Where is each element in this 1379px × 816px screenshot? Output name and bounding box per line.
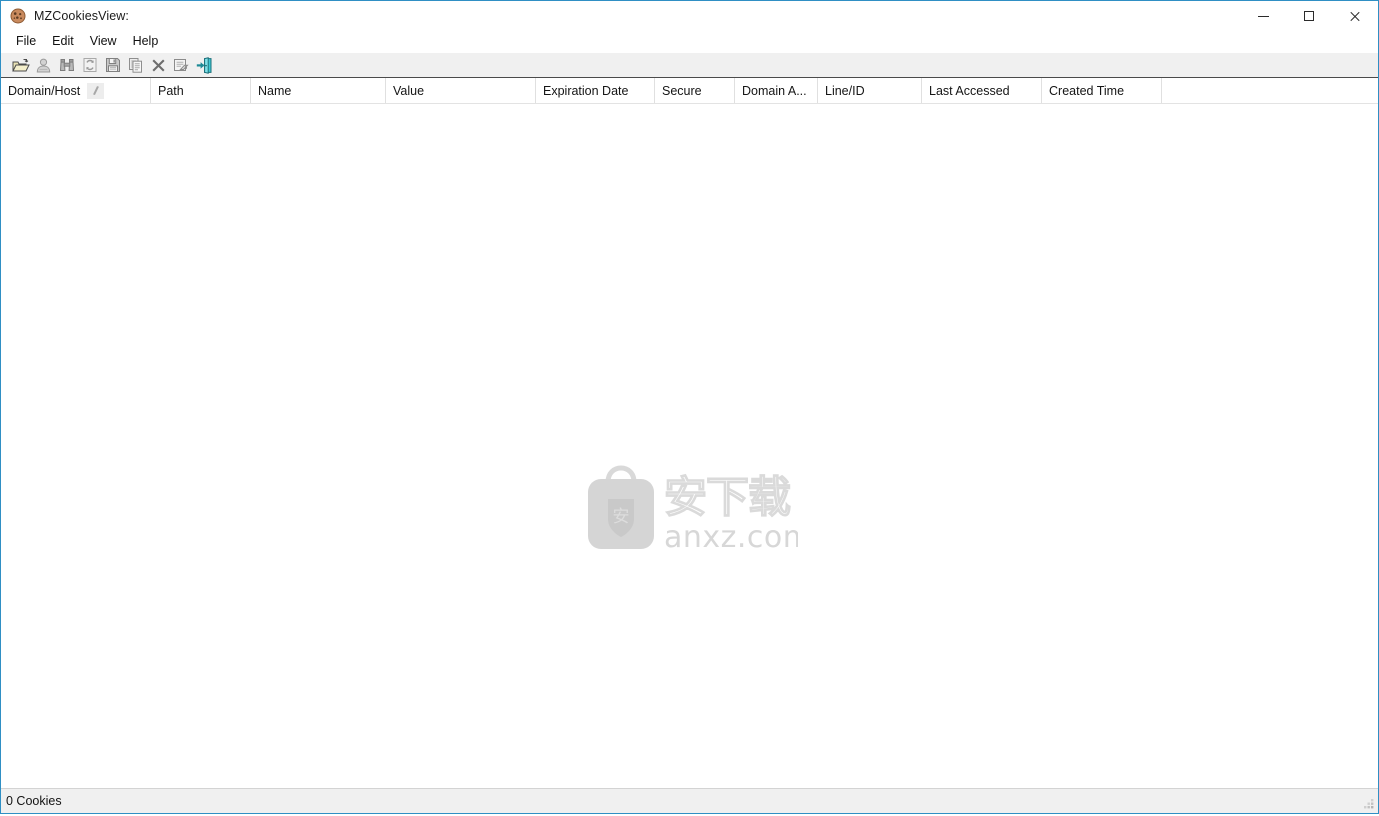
svg-text:安下载: 安下载: [664, 473, 790, 523]
open-folder-button[interactable]: [9, 54, 32, 76]
save-button[interactable]: [101, 54, 124, 76]
column-header-secure[interactable]: Secure: [655, 78, 735, 103]
column-header-filler: [1162, 78, 1378, 103]
delete-button[interactable]: [147, 54, 170, 76]
column-header-row: Domain/Host Path Name Value Expiration D…: [1, 78, 1378, 104]
app-window: MZCookiesView: File Edit View Help Domai…: [0, 0, 1379, 814]
column-header-domain-host[interactable]: Domain/Host: [1, 78, 151, 103]
svg-text:安: 安: [612, 507, 629, 527]
menu-item-help[interactable]: Help: [125, 32, 167, 51]
menu-item-edit[interactable]: Edit: [44, 32, 82, 51]
column-header-value[interactable]: Value: [386, 78, 536, 103]
window-title: MZCookiesView:: [34, 9, 129, 23]
delete-icon: [151, 58, 166, 73]
column-label: Created Time: [1049, 83, 1125, 98]
column-label: Secure: [662, 83, 702, 98]
title-bar[interactable]: MZCookiesView:: [1, 1, 1378, 31]
column-header-line-id[interactable]: Line/ID: [818, 78, 922, 103]
minimize-button[interactable]: [1240, 1, 1286, 31]
column-header-path[interactable]: Path: [151, 78, 251, 103]
properties-icon: [173, 57, 190, 73]
maximize-button[interactable]: [1286, 1, 1332, 31]
exit-button[interactable]: [193, 54, 216, 76]
user-profile-icon: [35, 57, 52, 74]
cookie-icon: [10, 8, 26, 24]
save-icon: [105, 57, 121, 73]
find-button[interactable]: [55, 54, 78, 76]
menu-item-view[interactable]: View: [82, 32, 125, 51]
refresh-icon: [82, 57, 98, 73]
column-label: Expiration Date: [543, 83, 629, 98]
sort-ascending-icon: [87, 82, 105, 99]
copy-icon: [128, 57, 144, 73]
column-label: Name: [258, 83, 292, 98]
column-label: Value: [393, 83, 425, 98]
column-label: Path: [158, 83, 184, 98]
exit-icon: [196, 56, 213, 74]
column-header-name[interactable]: Name: [251, 78, 386, 103]
watermark-cjk-text: 安下载: [662, 472, 792, 525]
column-header-domain-attribute[interactable]: Domain A...: [735, 78, 818, 103]
status-bar: 0 Cookies: [1, 788, 1378, 813]
menu-item-file[interactable]: File: [8, 32, 44, 51]
properties-button[interactable]: [170, 54, 193, 76]
cookies-list[interactable]: 安 安下载 anxz.com: [1, 104, 1378, 788]
close-button[interactable]: [1332, 1, 1378, 31]
refresh-button[interactable]: [78, 54, 101, 76]
watermark-bag-icon: 安: [587, 465, 654, 549]
open-folder-icon: [11, 57, 30, 74]
copy-button[interactable]: [124, 54, 147, 76]
binoculars-icon: [58, 57, 76, 73]
column-label: Line/ID: [825, 83, 865, 98]
minimize-icon: [1257, 15, 1269, 17]
title-bar-left: MZCookiesView:: [1, 8, 1240, 24]
column-header-expiration-date[interactable]: Expiration Date: [536, 78, 655, 103]
column-label: Last Accessed: [929, 83, 1010, 98]
resize-grip-icon[interactable]: [1362, 798, 1375, 811]
status-cookie-count: 0 Cookies: [6, 794, 62, 808]
column-header-created-time[interactable]: Created Time: [1042, 78, 1162, 103]
column-label: Domain A...: [742, 83, 807, 98]
select-profile-button[interactable]: [32, 54, 55, 76]
menu-bar: File Edit View Help: [1, 31, 1378, 52]
column-header-last-accessed[interactable]: Last Accessed: [922, 78, 1042, 103]
column-label: Domain/Host: [8, 83, 81, 98]
close-icon: [1349, 10, 1361, 22]
anxz-watermark: 安 安下载 anxz.com: [582, 463, 812, 557]
toolbar: [1, 52, 1378, 78]
maximize-icon: [1304, 11, 1314, 21]
watermark-brand-text: anxz.com: [664, 520, 798, 555]
window-controls: [1240, 1, 1378, 31]
